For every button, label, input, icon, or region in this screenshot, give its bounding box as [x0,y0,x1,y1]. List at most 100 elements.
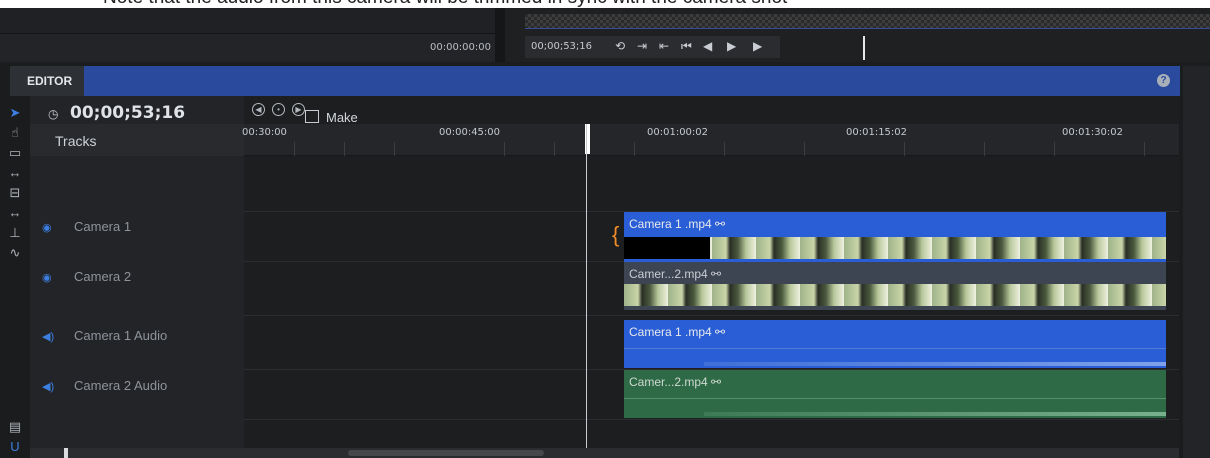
step-back-icon[interactable]: ◀ [703,39,712,53]
program-timecode: 00;00;53;16 [531,41,593,52]
camera-1-audio-lane: Camera 1 .mp4 ⚯ [244,320,1179,370]
transport-controls: 00;00;53;16 ⟲ ⇥ ⇤ ⏮ ◀ ▶ ▶ [525,36,780,58]
clip-label: Camera 1 .mp4 ⚯ [629,325,726,339]
timeline-ruler[interactable]: 00:30:00 00:00:45:00 00:01:00:02 00:01:1… [242,124,1179,156]
trim-bracket-icon: { [612,222,620,247]
eye-icon[interactable]: ◉ [42,221,52,234]
loop-icon[interactable]: ⟲ [615,39,625,53]
mark-out-icon[interactable]: ⇤ [659,39,669,53]
magnet-snap-icon[interactable]: U [6,438,24,456]
scrollbar-thumb[interactable] [348,450,544,456]
camera-2-audio-lane: Camer...2.mp4 ⚯ [244,370,1179,420]
audio-clip[interactable]: Camer...2.mp4 ⚯ [624,370,1166,418]
ruler-tick-label: 00:01:15:02 [846,127,908,138]
track-name: Camera 2 [74,269,132,284]
zoom-slider-handle[interactable] [64,448,68,458]
program-scrubber-handle[interactable] [863,36,865,60]
help-icon[interactable]: ? [1157,74,1170,87]
ruler-tick [724,142,725,156]
ruler-tick [554,142,555,156]
clip-thumbnails [624,284,1166,306]
current-timecode: 00;00;53;16 [70,103,186,123]
tracks-panel: ◷ 00;00;53;16 Tracks ◉ Camera 1 ◉ Camera… [30,96,244,458]
source-monitor-bar: 00:00:00:00 [0,8,505,62]
next-edit-icon[interactable]: ▶ [292,103,305,116]
curve-tool-icon[interactable]: ∿ [6,244,24,262]
previous-edit-icon[interactable]: ◀ [252,103,265,116]
center-playhead-icon[interactable]: • [272,103,285,116]
audio-clip[interactable]: Camera 1 .mp4 ⚯ [624,320,1166,368]
ruler-tick [804,142,805,156]
selection-tool-icon[interactable]: ➤ [6,104,24,122]
ruler-tick-label: 00:30:00 [242,127,287,138]
ruler-tick [904,142,905,156]
track-row[interactable]: ◀) Camera 1 Audio [30,322,244,370]
hand-tool-icon[interactable]: ☝ [6,124,24,142]
roll-tool-icon[interactable]: ↔ [6,204,24,222]
right-side-panel [1183,66,1210,458]
slice-tool-icon[interactable]: ⊟ [6,184,24,202]
ruler-tick [504,142,505,156]
audio-waveform [624,348,1166,349]
ruler-tick [984,142,985,156]
track-row[interactable]: ◉ Camera 1 [30,212,244,262]
clip-black-frames [624,237,710,259]
zoom-slider[interactable] [30,448,244,458]
speaker-icon[interactable]: ◀) [42,380,54,393]
ruler-tick [634,142,635,156]
track-row[interactable]: ◀) Camera 2 Audio [30,372,244,420]
ruler-tick [394,142,395,156]
clip-label: Camer...2.mp4 ⚯ [629,267,722,281]
ruler-tick-label: 00:01:30:02 [1062,127,1124,138]
camera-1-lane: { Camera 1 .mp4 ⚯ [244,212,1179,262]
clip-label: Camera 1 .mp4 ⚯ [629,217,726,231]
play-icon[interactable]: ▶ [753,39,762,53]
camera-2-lane: Camer...2.mp4 ⚯ [244,262,1179,316]
mark-in-icon[interactable]: ⇥ [637,39,647,53]
tracks-header-label: Tracks [55,133,97,149]
editor-tab-label: EDITOR [27,74,73,88]
editor-panel-header: EDITOR ? [10,66,1180,96]
audio-waveform-peaks [704,362,1166,366]
program-preview-transparency [525,14,1210,28]
ruler-tick-label: 00:01:00:02 [647,127,709,138]
clock-icon: ◷ [48,107,59,121]
audio-waveform-peaks [704,412,1166,416]
source-monitor-controls: 00:00:00:00 [0,34,505,62]
source-monitor-preview [0,8,505,34]
program-monitor-bar: 00;00;53;16 ⟲ ⇥ ⇤ ⏮ ◀ ▶ ▶ [505,8,1210,62]
split-tool-icon[interactable]: ⊥ [6,224,24,242]
monitor-divider[interactable] [495,8,505,62]
track-name: Camera 2 Audio [74,378,168,393]
slip-tool-icon[interactable]: ▭ [6,144,24,162]
track-name: Camera 1 Audio [74,328,168,343]
empty-lane [244,156,1179,212]
track-row[interactable]: ◉ Camera 2 [30,262,244,316]
source-timecode: 00:00:00:00 [429,42,491,53]
ruler-tick [344,142,345,156]
composite-shot-icon[interactable] [305,110,319,123]
caption-text: Note that the audio from this camera wil… [103,0,787,8]
ripple-tool-icon[interactable]: ↔ [6,164,24,182]
playhead-line [586,124,587,458]
editor-tab[interactable]: EDITOR [10,66,84,96]
step-forward-icon[interactable]: ▶ [727,39,736,53]
go-to-start-icon[interactable]: ⏮ [681,39,692,54]
timeline-toolbar: ➤ ☝ ▭ ↔ ⊟ ↔ ⊥ ∿ ▤ U [0,96,30,458]
clip-label: Camer...2.mp4 ⚯ [629,375,722,389]
program-preview-border [525,28,1210,32]
track-name: Camera 1 [74,219,132,234]
timeline-horizontal-scrollbar[interactable] [244,448,1179,458]
eye-icon[interactable]: ◉ [42,271,52,284]
ruler-tick-label: 00:00:45:00 [439,127,501,138]
audio-waveform [624,398,1166,399]
ruler-tick [1144,142,1145,156]
video-clip[interactable]: Camer...2.mp4 ⚯ [624,262,1166,310]
video-clip[interactable]: Camera 1 .mp4 ⚯ [624,212,1166,262]
ruler-tick [1054,142,1055,156]
speaker-icon[interactable]: ◀) [42,330,54,343]
timeline-area: ◀ • ▶ Make Composite Shot 00:30:00 00:00… [242,96,1179,458]
ruler-tick [294,142,295,156]
tutorial-caption: Note that the audio from this camera wil… [0,0,1210,8]
film-strip-icon[interactable]: ▤ [6,418,24,436]
